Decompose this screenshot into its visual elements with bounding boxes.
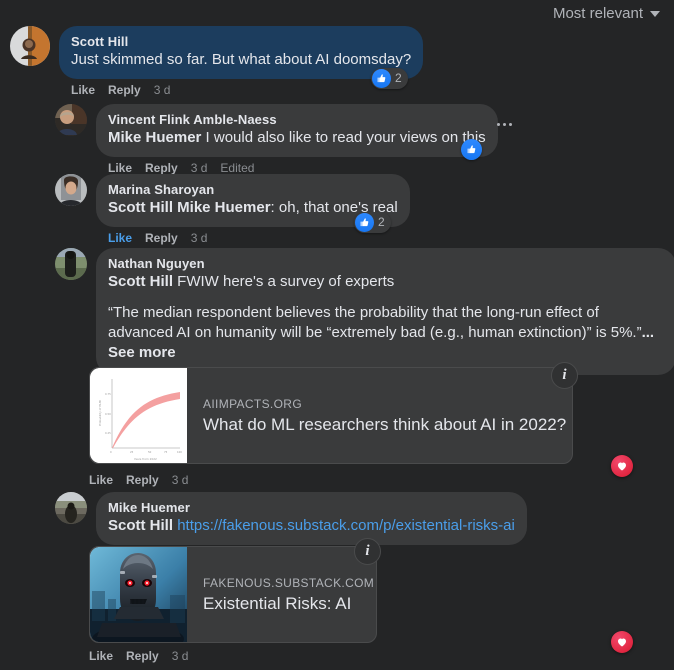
comment-text: Scott Hill FWIW here's a survey of exper… (108, 272, 664, 292)
reply-button[interactable]: Reply (126, 649, 159, 663)
sort-dropdown-label: Most relevant (552, 4, 643, 22)
card-title[interactable]: What do ML researchers think about AI in… (203, 414, 566, 436)
avatar[interactable] (55, 492, 87, 524)
comment-quote: “The median respondent believes the prob… (108, 303, 664, 363)
reaction-badge-love[interactable] (611, 455, 633, 477)
svg-text:0.75: 0.75 (105, 392, 111, 396)
avatar[interactable] (55, 174, 87, 206)
link-preview-card-aiimpacts[interactable]: 0.75 0.50 0.25 0 25 50 75 100 Years from 2022 … (89, 367, 573, 464)
heart-icon (618, 638, 626, 647)
like-button[interactable]: Like (89, 473, 113, 487)
marina-sharoyan-avatar (55, 174, 87, 206)
chevron-down-icon (650, 11, 660, 17)
reaction-pill-like[interactable]: 2 (354, 212, 391, 233)
svg-text:Years from 2022: Years from 2022 (134, 457, 157, 461)
card-domain: FAKENOUS.SUBSTACK.COM (203, 575, 375, 590)
robot-thumbnail (90, 547, 187, 642)
comment-bubble[interactable]: Mike Huemer Scott Hill https://fakenous.… (96, 492, 527, 545)
comment-author[interactable]: Marina Sharoyan (108, 182, 398, 198)
like-button[interactable]: Like (71, 83, 95, 97)
svg-text:25: 25 (130, 450, 134, 454)
reaction-count: 2 (395, 71, 402, 85)
comment-marina-sharoyan: Marina Sharoyan Scott Hill Mike Huemer: … (55, 174, 410, 245)
scott-hill-avatar (10, 26, 50, 66)
svg-text:50: 50 (148, 450, 152, 454)
comment-text-body: FWIW here's a survey of experts (173, 273, 395, 290)
comment-author[interactable]: Vincent Flink Amble-Naess (108, 112, 486, 128)
reaction-badge-love[interactable] (611, 631, 633, 653)
reaction-count: 2 (378, 215, 385, 229)
timestamp[interactable]: 3 d (172, 473, 189, 487)
reply-button[interactable]: Reply (145, 161, 178, 175)
comment-bubble[interactable]: Nathan Nguyen Scott Hill FWIW here's a s… (96, 248, 674, 375)
mike-huemer-avatar (55, 492, 87, 524)
mention-link[interactable]: Scott Hill (108, 273, 173, 290)
svg-text:100: 100 (177, 450, 182, 454)
ellipsis-icon (503, 123, 506, 126)
svg-text:Probability of HLMI: Probability of HLMI (98, 400, 102, 426)
info-icon[interactable]: i (354, 538, 381, 565)
reply-button[interactable]: Reply (126, 473, 159, 487)
avatar[interactable] (55, 104, 87, 136)
like-button[interactable]: Like (89, 649, 113, 663)
reply-button[interactable]: Reply (108, 83, 141, 97)
comment-actions: Like Reply 3 d (89, 645, 188, 663)
comment-author[interactable]: Mike Huemer (108, 500, 515, 516)
svg-text:0.25: 0.25 (105, 431, 111, 435)
external-link[interactable]: https://fakenous.substack.com/p/existent… (177, 517, 515, 534)
vincent-flink-amble-naess-avatar (55, 104, 87, 136)
avatar[interactable] (10, 26, 50, 66)
ellipsis-icon (497, 123, 500, 126)
card-title[interactable]: Existential Risks: AI (203, 593, 364, 615)
thumbs-up-icon (461, 139, 482, 160)
like-button[interactable]: Like (108, 161, 132, 175)
comment-bubble[interactable]: Scott Hill Just skimmed so far. But what… (59, 26, 424, 79)
avatar[interactable] (55, 248, 87, 280)
timestamp[interactable]: 3 d (172, 649, 189, 663)
timestamp[interactable]: 3 d (191, 161, 208, 175)
info-icon[interactable]: i (551, 362, 578, 389)
thumbs-up-icon (372, 69, 391, 88)
comment-actions: Like Reply 3 d (59, 79, 423, 97)
heart-icon (618, 462, 626, 471)
link-preview-card-fakenous[interactable]: FAKENOUS.SUBSTACK.COM Existential Risks:… (89, 546, 377, 643)
mention-link[interactable]: Mike Huemer (108, 129, 201, 146)
comment-text-body: I would also like to read your views on … (201, 129, 486, 146)
timestamp[interactable]: 3 d (154, 83, 171, 97)
comment-actions: Like Reply 3 d (89, 469, 188, 487)
reply-button[interactable]: Reply (145, 231, 178, 245)
comment-text: Mike Huemer I would also like to read yo… (108, 128, 486, 148)
like-button[interactable]: Like (108, 231, 132, 245)
comments-thread: Most relevant Scott Hill Just skimmed so… (0, 0, 674, 670)
comment-menu-button[interactable] (497, 123, 512, 126)
comment-author[interactable]: Nathan Nguyen (108, 256, 664, 272)
comment-mike-huemer: Mike Huemer Scott Hill https://fakenous.… (55, 492, 527, 545)
thumbs-up-icon (355, 213, 374, 232)
comment-author[interactable]: Scott Hill (71, 34, 411, 50)
comment-vincent-flink-amble-naess: Vincent Flink Amble-Naess Mike Huemer I … (55, 104, 498, 175)
comment-nathan-nguyen: Nathan Nguyen Scott Hill FWIW here's a s… (55, 248, 674, 375)
comment-quote-text: “The median respondent believes the prob… (108, 304, 642, 341)
svg-text:0.50: 0.50 (105, 412, 111, 416)
comment-text: Scott Hill Mike Huemer: oh, that one's r… (108, 198, 398, 218)
svg-text:75: 75 (164, 450, 168, 454)
ellipsis-icon (509, 123, 512, 126)
comment-sort-bar: Most relevant (0, 0, 674, 26)
timestamp[interactable]: 3 d (191, 231, 208, 245)
edited-label: Edited (220, 161, 255, 175)
comment-text: Just skimmed so far. But what about AI d… (71, 51, 412, 68)
comment-bubble[interactable]: Vincent Flink Amble-Naess Mike Huemer I … (96, 104, 498, 157)
mention-link[interactable]: Scott Hill Mike Huemer (108, 199, 271, 216)
mention-link[interactable]: Scott Hill (108, 517, 173, 534)
reaction-pill-like[interactable] (461, 139, 482, 160)
card-domain: AIIMPACTS.ORG (203, 396, 303, 411)
sort-dropdown[interactable]: Most relevant (553, 5, 660, 22)
chart-thumbnail: 0.75 0.50 0.25 0 25 50 75 100 Years from 2022 … (90, 368, 187, 463)
comment-actions: Like Reply 3 d Edited (96, 157, 498, 175)
comment-scott-hill: Scott Hill Just skimmed so far. But what… (10, 26, 424, 97)
nathan-nguyen-avatar (55, 248, 87, 280)
reaction-pill-like[interactable]: 2 (371, 68, 408, 89)
comment-text: Scott Hill https://fakenous.substack.com… (108, 516, 515, 536)
